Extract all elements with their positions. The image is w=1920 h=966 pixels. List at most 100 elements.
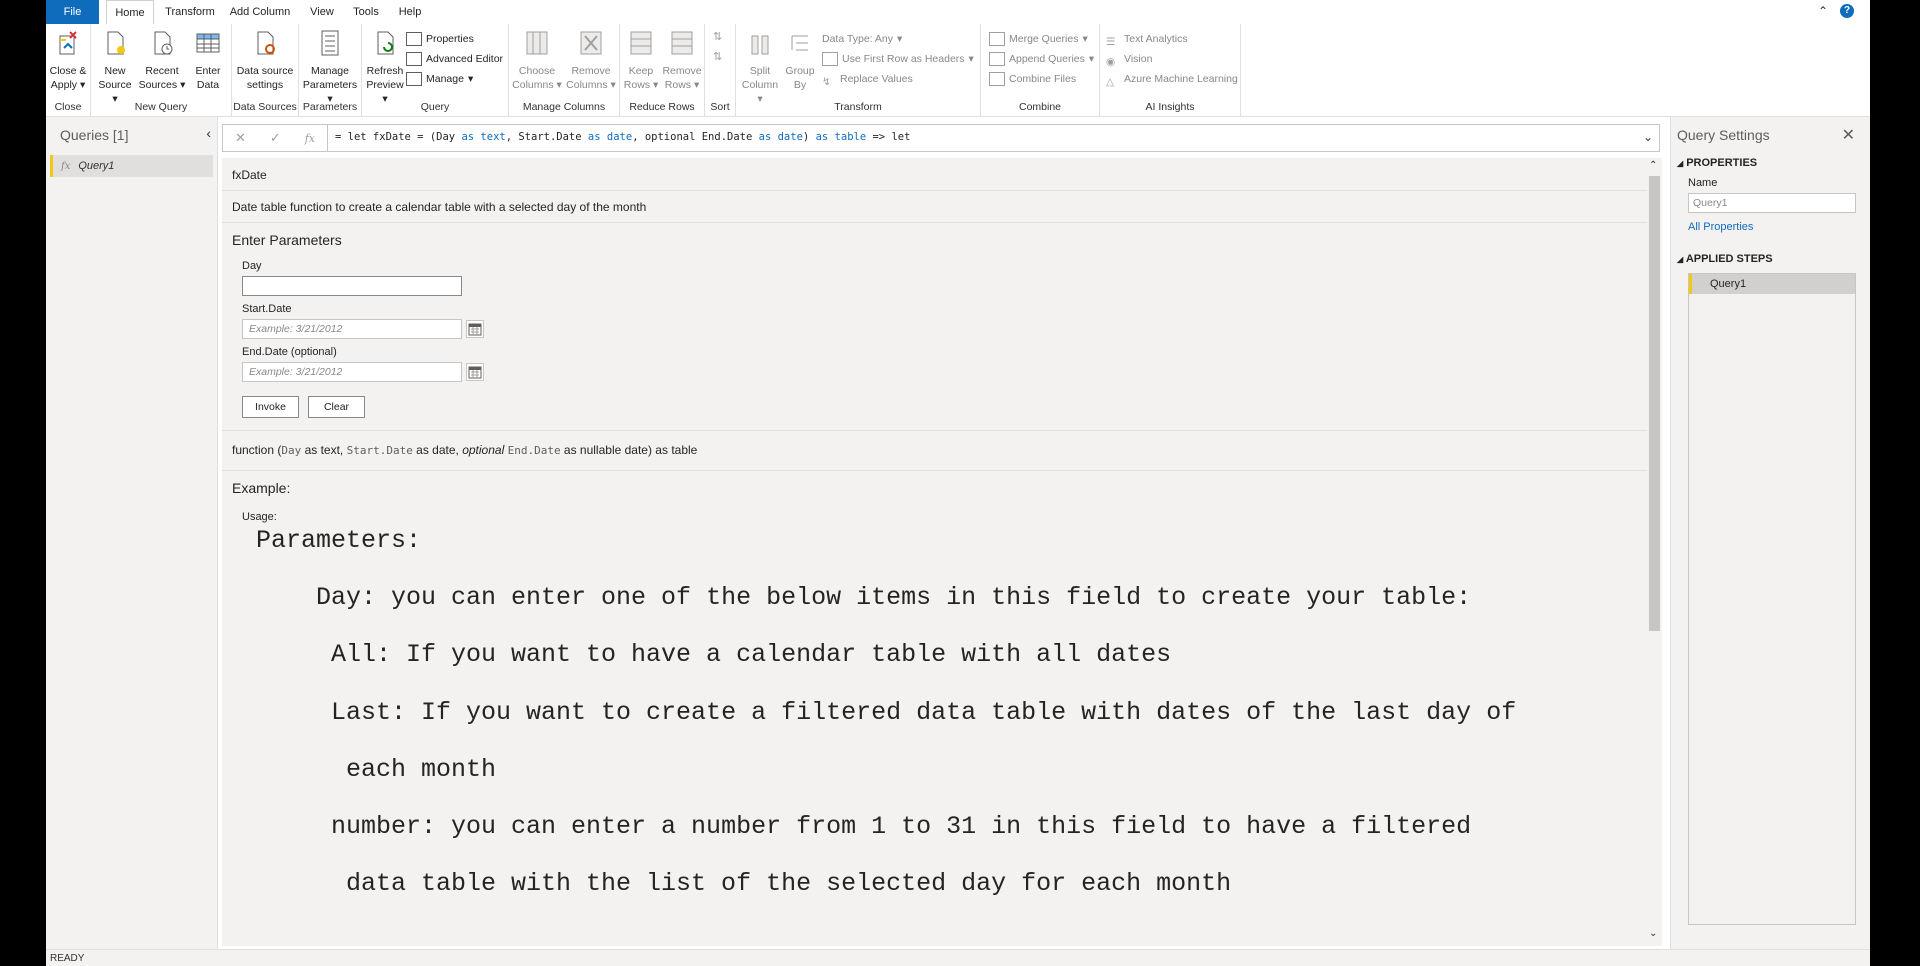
close-apply-button[interactable]: Close & Apply ▾ <box>48 28 88 92</box>
recent-sources-icon <box>154 31 173 55</box>
tab-home[interactable]: Home <box>106 0 154 26</box>
parameters-section: Enter Parameters Day Start.Date Example:… <box>222 222 1647 431</box>
group-label-manage-columns: Manage Columns <box>522 101 606 113</box>
combine-files-button[interactable]: Combine Files <box>989 70 1076 88</box>
tab-add-column[interactable]: Add Column <box>226 0 294 24</box>
manage-parameters-button[interactable]: Manage Parameters ▾ <box>301 28 359 106</box>
new-source-button[interactable]: New Source ▾ <box>95 28 135 106</box>
new-source-icon <box>107 31 125 55</box>
function-signature: function (Day as text, Start.Date as dat… <box>232 443 698 457</box>
text-analytics-button[interactable]: ☰ Text Analytics <box>1106 30 1188 48</box>
formula-text[interactable]: = let fxDate = (Day as text, Start.Date … <box>335 131 910 143</box>
function-name: fxDate <box>232 168 267 182</box>
tab-file[interactable]: File <box>46 0 99 24</box>
formula-bar-icons: ✕ ✓ fx <box>223 125 328 151</box>
preview-scrollbar[interactable]: ⌃ ⌄ <box>1647 158 1662 946</box>
ribbon-tabs: File Home Transform Add Column View Tool… <box>46 0 1870 26</box>
properties-button[interactable]: Properties <box>406 30 474 48</box>
function-description: Date table function to create a calendar… <box>232 200 647 214</box>
scrollbar-thumb[interactable] <box>1649 176 1660 631</box>
recent-sources-button[interactable]: Recent Sources ▾ <box>138 28 186 92</box>
end-date-input[interactable]: Example: 3/21/2012 <box>242 362 462 382</box>
split-column-button[interactable]: Split Column ▾ <box>738 28 782 106</box>
invoke-button[interactable]: Invoke <box>242 396 299 418</box>
calendar-icon[interactable] <box>466 320 484 338</box>
manage-icon <box>406 72 422 86</box>
all-properties-link[interactable]: All Properties <box>1688 221 1753 233</box>
collapse-queries-icon[interactable]: ‹ <box>206 125 211 141</box>
azure-ml-button[interactable]: △ Azure Machine Learning <box>1106 70 1238 88</box>
parameters-icon <box>321 30 339 56</box>
enter-data-button[interactable]: Enter Data <box>189 28 227 92</box>
group-label-parameters: Parameters <box>302 101 358 113</box>
start-date-input[interactable]: Example: 3/21/2012 <box>242 319 462 339</box>
day-input[interactable] <box>242 276 462 296</box>
choose-columns-button[interactable]: Choose Columns ▾ <box>511 28 563 92</box>
scroll-up-icon[interactable]: ⌃ <box>1649 160 1657 171</box>
query-name-input[interactable]: Query1 <box>1688 193 1856 213</box>
cancel-icon[interactable]: ✕ <box>235 130 246 146</box>
applied-steps-heading[interactable]: ◢ APPLIED STEPS <box>1677 253 1773 265</box>
help-icon[interactable]: ? <box>1840 4 1854 18</box>
advanced-editor-button[interactable]: Advanced Editor <box>406 50 503 68</box>
properties-heading[interactable]: ◢ PROPERTIES <box>1677 157 1757 169</box>
group-reduce-rows: Keep Rows ▾ Remove Rows ▾ Reduce Rows <box>620 24 705 116</box>
sort-descending-icon[interactable]: ⇅ <box>713 50 722 63</box>
use-first-row-button[interactable]: Use First Row as Headers ▾ <box>822 50 974 68</box>
remove-columns-icon <box>580 31 602 55</box>
group-ai-insights: ☰ Text Analytics ◉ Vision △ Azure Machine L… <box>1100 24 1241 116</box>
expand-formula-icon[interactable]: ⌄ <box>1643 130 1653 144</box>
function-preview: fxDate Date table function to create a c… <box>222 158 1647 946</box>
vision-button[interactable]: ◉ Vision <box>1106 50 1152 68</box>
refresh-icon <box>377 31 394 55</box>
sort-ascending-icon[interactable]: ⇅ <box>713 30 722 43</box>
merge-queries-button[interactable]: Merge Queries ▾ <box>989 30 1088 48</box>
usage-line: data table with the list of the selected… <box>346 869 1232 898</box>
formula-bar[interactable]: ✕ ✓ fx = let fxDate = (Day as text, Star… <box>222 124 1660 152</box>
applied-step-item[interactable]: Query1 <box>1689 274 1855 294</box>
close-apply-icon <box>59 31 77 55</box>
replace-values-button[interactable]: ↯ Replace Values <box>822 70 913 88</box>
keep-rows-button[interactable]: Keep Rows ▾ <box>622 28 660 92</box>
group-by-button[interactable]: Group By <box>782 28 818 92</box>
close-icon[interactable]: ✕ <box>1842 125 1855 145</box>
append-icon <box>989 52 1005 66</box>
collapse-ribbon-icon[interactable]: ⌃ <box>1818 4 1828 18</box>
status-bar: READY <box>46 949 1870 966</box>
manage-button[interactable]: Manage ▾ <box>406 70 473 88</box>
query-list-item[interactable]: fx Query1 <box>50 155 213 177</box>
tab-view[interactable]: View <box>302 0 342 24</box>
text-analytics-icon: ☰ <box>1106 36 1116 48</box>
group-label-data-sources: Data Sources <box>233 101 297 113</box>
remove-columns-button[interactable]: Remove Columns ▾ <box>565 28 617 92</box>
group-by-icon <box>791 35 808 51</box>
start-date-label: Start.Date <box>242 303 292 315</box>
merge-icon <box>989 32 1005 46</box>
check-icon[interactable]: ✓ <box>270 130 281 146</box>
tab-tools[interactable]: Tools <box>346 0 386 24</box>
scroll-down-icon[interactable]: ⌄ <box>1649 928 1657 939</box>
remove-rows-icon <box>671 31 693 55</box>
group-sort: ⇅ ⇅ Sort <box>705 24 736 116</box>
data-type-dropdown[interactable]: Data Type: Any ▾ <box>822 30 902 48</box>
group-label-query: Query <box>420 101 450 113</box>
day-label: Day <box>242 260 262 272</box>
refresh-preview-button[interactable]: Refresh Preview ▾ <box>364 28 406 106</box>
group-label-close: Close <box>54 101 82 113</box>
data-source-settings-button[interactable]: Data source settings <box>236 28 294 92</box>
remove-rows-button[interactable]: Remove Rows ▾ <box>662 28 702 92</box>
replace-values-icon: ↯ <box>822 76 831 88</box>
fx-icon[interactable]: fx <box>305 132 315 145</box>
end-date-label: End.Date (optional) <box>242 346 337 358</box>
queries-pane-title: Queries [1] <box>60 127 129 143</box>
table-icon <box>196 33 220 53</box>
tab-help[interactable]: Help <box>390 0 430 24</box>
usage-line: Day: you can enter one of the below item… <box>316 583 1472 612</box>
clear-button[interactable]: Clear <box>308 396 365 418</box>
usage-label: Usage: <box>242 511 277 523</box>
calendar-icon[interactable] <box>466 363 484 381</box>
tab-transform[interactable]: Transform <box>160 0 220 24</box>
applied-steps-list: Query1 <box>1688 273 1856 925</box>
group-parameters: Manage Parameters ▾ Parameters <box>299 24 362 116</box>
append-queries-button[interactable]: Append Queries ▾ <box>989 50 1094 68</box>
